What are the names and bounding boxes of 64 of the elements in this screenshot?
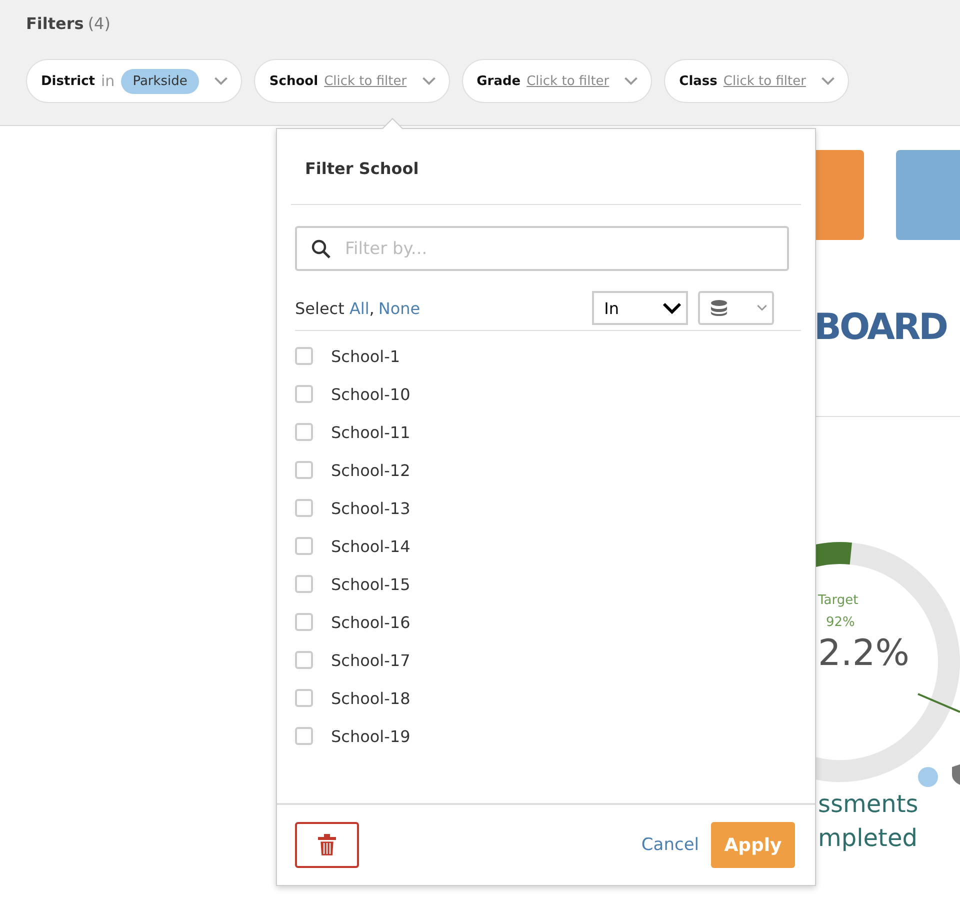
target-value: 92% [826,615,855,630]
checkbox[interactable] [295,385,313,403]
filter-icon[interactable] [918,767,938,787]
school-option[interactable]: School-12 [295,459,797,481]
filter-pill[interactable]: School Click to filter [254,59,450,103]
filter-link[interactable]: Click to filter [324,74,407,88]
filter-link[interactable]: Click to filter [723,74,806,88]
school-option[interactable]: School-10 [295,383,797,405]
filters-title: Filters (4) [26,14,112,33]
popup-title: Filter School [291,129,801,205]
school-option[interactable]: School-11 [295,421,797,443]
school-option[interactable]: School-18 [295,687,797,709]
trash-icon [318,834,336,856]
filter-link[interactable]: Click to filter [526,74,610,88]
checkbox[interactable] [295,461,313,479]
operator-dropdown[interactable]: In [592,291,688,325]
filter-field: District [41,74,95,88]
filter-field: School [269,74,318,88]
card-caption: mpleted [818,823,918,854]
filter-field: Grade [476,74,521,88]
chevron-down-icon [213,76,230,86]
database-icon [710,299,728,317]
gauge-value: 2.2% [818,633,910,674]
chevron-down-icon [820,76,836,86]
cancel-button[interactable]: Cancel [641,835,699,855]
school-option[interactable]: School-1 [295,345,797,367]
school-option[interactable]: School-17 [295,649,797,671]
target-label: Target [818,593,858,608]
school-option[interactable]: School-19 [295,725,797,747]
school-option[interactable]: School-15 [295,573,797,595]
delete-button[interactable] [295,822,359,868]
school-option[interactable]: School-14 [295,535,797,557]
search-field[interactable]: Filter by... [295,226,789,271]
select-none-link[interactable]: None [378,298,420,318]
filter-pill[interactable]: District in Parkside [26,59,242,103]
checkbox[interactable] [295,423,313,441]
select-label: Select [295,298,346,318]
filter-operator: in [101,72,115,90]
data-source-dropdown[interactable] [698,291,774,325]
filter-field: Class [679,74,718,88]
chevron-down-icon [756,304,768,312]
checkbox[interactable] [295,347,313,365]
dashboard-heading: BOARD [814,306,948,350]
search-icon [311,238,331,258]
checkbox[interactable] [295,689,313,707]
filter-pill[interactable]: Class Click to filter [664,59,849,103]
chevron-down-icon [420,76,437,86]
checkbox[interactable] [295,499,313,517]
checkbox[interactable] [295,613,313,631]
target-marker [918,693,960,713]
card-caption: ssments [818,789,920,820]
checkbox[interactable] [295,727,313,745]
filter-value-chip: Parkside [120,68,200,94]
school-option[interactable]: School-16 [295,611,797,633]
separator: , [369,298,374,318]
select-all-link[interactable]: All [349,298,370,318]
chevron-down-icon [623,76,640,86]
filter-pill[interactable]: Grade Click to filter [462,59,652,103]
school-option[interactable]: School-13 [295,497,797,519]
checkbox[interactable] [295,651,313,669]
shield-icon [952,764,960,785]
chevron-down-icon [662,302,682,314]
checkbox[interactable] [295,575,313,593]
checkbox[interactable] [295,537,313,555]
